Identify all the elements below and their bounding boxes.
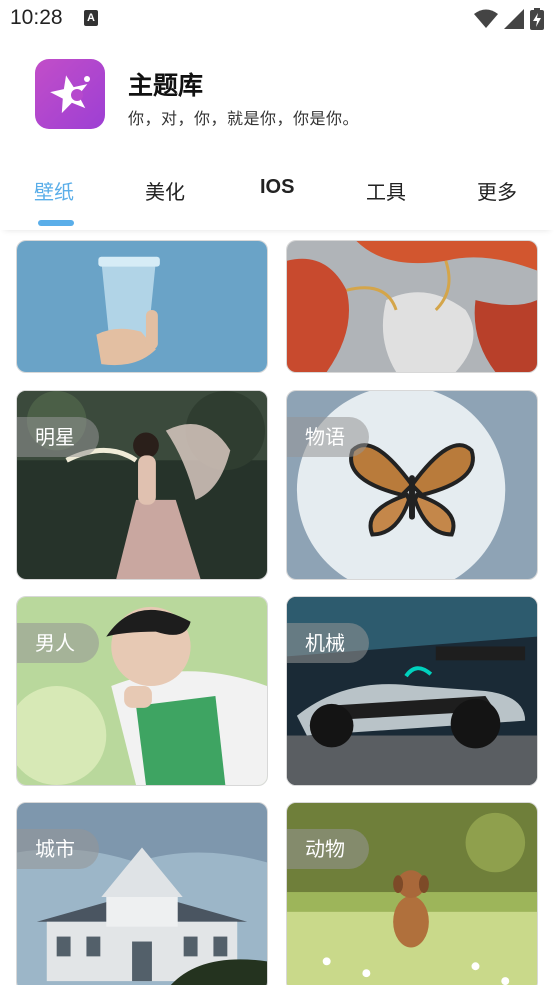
category-card-story[interactable]: 物语 <box>286 390 538 580</box>
category-card-animal[interactable]: 动物 <box>286 802 538 985</box>
category-card-men[interactable]: 男人 <box>16 596 268 786</box>
category-tabs: 壁纸 美化 IOS 工具 更多 <box>0 160 554 230</box>
category-card-marble[interactable] <box>286 240 538 373</box>
a-icon: A <box>84 10 98 26</box>
category-label-story: 物语 <box>287 417 369 457</box>
app-subtitle: 你，对，你，就是你，你是你。 <box>128 109 360 128</box>
wallpaper-category-grid: 明星 物语 男人 机械 城市 动物 <box>0 230 554 985</box>
marble-image <box>287 241 537 372</box>
category-label-animal: 动物 <box>287 829 369 869</box>
category-card-mechanical[interactable]: 机械 <box>286 596 538 786</box>
tab-ios[interactable]: IOS <box>260 176 294 199</box>
category-label-men: 男人 <box>17 623 99 663</box>
star-sparkle-icon <box>35 59 105 129</box>
cup-image <box>17 241 267 372</box>
status-bar: 10:28 A <box>0 0 554 38</box>
tab-tools[interactable]: 工具 <box>366 176 406 205</box>
category-card-star[interactable]: 明星 <box>16 390 268 580</box>
tab-beautify[interactable]: 美化 <box>145 176 185 205</box>
active-tab-indicator <box>38 220 74 226</box>
app-header: 主题库 你，对，你，就是你，你是你。 <box>0 52 554 142</box>
battery-charging-icon <box>530 8 544 30</box>
tab-wallpaper[interactable]: 壁纸 <box>34 176 74 205</box>
category-label-star: 明星 <box>17 417 99 457</box>
wifi-icon <box>474 9 498 28</box>
category-label-mechanical: 机械 <box>287 623 369 663</box>
status-time: 10:28 <box>10 6 63 29</box>
status-icons <box>474 8 544 30</box>
app-title: 主题库 <box>128 71 204 100</box>
tab-more[interactable]: 更多 <box>477 176 517 205</box>
category-card-city[interactable]: 城市 <box>16 802 268 985</box>
category-label-city: 城市 <box>17 829 99 869</box>
category-card-cup[interactable] <box>16 240 268 373</box>
cell-signal-icon <box>504 9 524 29</box>
